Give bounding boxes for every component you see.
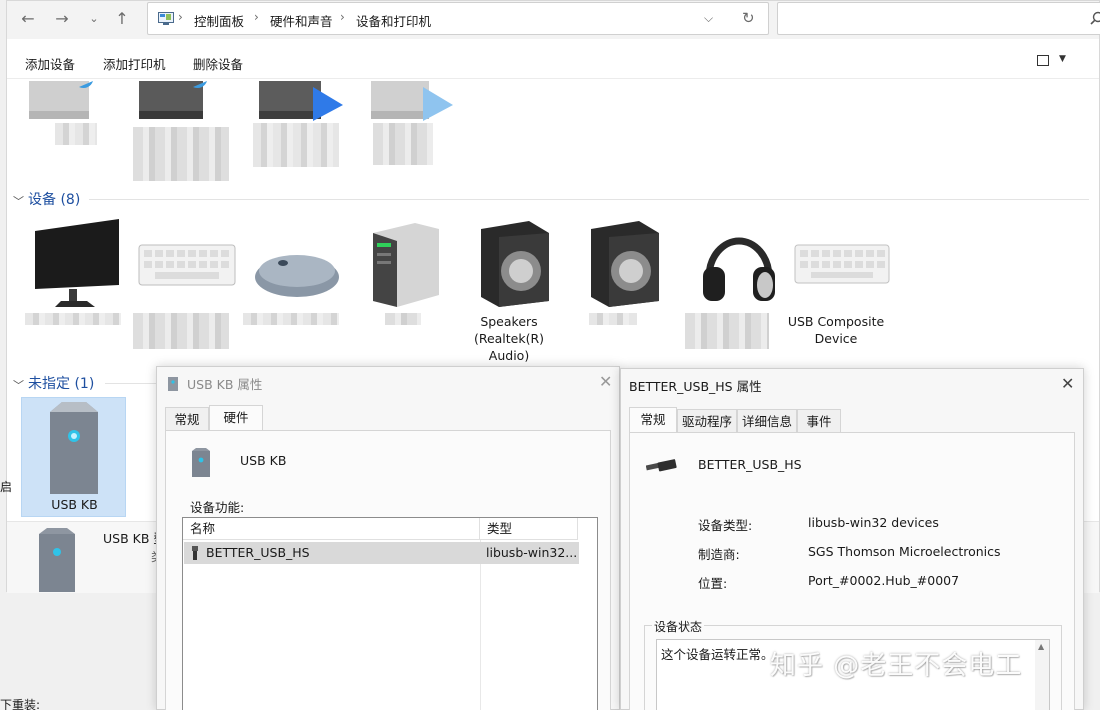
usb-device-box-icon (168, 377, 178, 391)
refresh-icon[interactable]: ↻ (742, 9, 755, 27)
address-history-dropdown[interactable]: ⌵ (704, 11, 713, 26)
device-status-group-label: 设备状态 (652, 618, 705, 635)
usb-plug-icon (192, 546, 198, 560)
tab-general[interactable]: 常规 (165, 407, 209, 431)
obscured-label (133, 313, 229, 349)
row-name-cell: BETTER_USB_HS (206, 545, 310, 560)
watermark: 知乎 @老王不会电工 (770, 651, 1023, 681)
obscured-label (55, 123, 97, 145)
forward-button[interactable]: → (51, 9, 73, 29)
obscured-label (373, 123, 433, 165)
monitor-icon (35, 219, 119, 307)
manufacturer-value: SGS Thomson Microelectronics (808, 544, 1001, 559)
recent-locations-button[interactable]: ⌄ (83, 9, 105, 29)
obscured-label (243, 313, 339, 325)
speaker-icon (591, 221, 659, 307)
device-functions-table[interactable]: 名称 类型 BETTER_USB_HS libusb-win32... (182, 517, 598, 710)
arrow-left-icon: ← (21, 9, 35, 28)
obscured-label (133, 127, 229, 181)
location-value: Port_#0002.Hub_#0007 (808, 573, 960, 588)
breadcrumb-devices-printers[interactable]: 设备和打印机 (356, 11, 431, 30)
collapse-chevron-icon[interactable]: ﹀ (13, 193, 24, 209)
obscured-label (589, 313, 637, 325)
printer-row-icons (29, 81, 453, 121)
obscured-label (25, 313, 121, 325)
address-bar[interactable]: › 控制面板 › 硬件和声音 › 设备和打印机 ⌵ ↻ (147, 2, 769, 35)
tab-hardware[interactable]: 硬件 (209, 405, 263, 431)
column-header-type[interactable]: 类型 (480, 518, 578, 540)
mouse-icon (255, 255, 339, 297)
obscured-label (253, 123, 339, 167)
scroll-up-icon[interactable]: ▲ (1038, 642, 1044, 651)
device-label-usb-composite[interactable]: USB Composite Device (781, 313, 891, 347)
breadcrumb-hardware-sound[interactable]: 硬件和声音 (270, 11, 333, 30)
tab-general[interactable]: 常规 (629, 407, 677, 433)
tab-details[interactable]: 详细信息 (737, 409, 797, 433)
unspecified-group-header[interactable]: 未指定 (1) (28, 373, 94, 393)
dialog-title: USB KB 属性 (187, 377, 263, 392)
location-label: 位置: (698, 576, 728, 591)
chevron-down-icon: ⌄ (89, 12, 99, 25)
device-tile-usb-kb[interactable]: USB KB (21, 397, 126, 517)
back-button[interactable]: ← (17, 9, 39, 29)
breadcrumb-separator: › (254, 10, 259, 24)
device-name: USB KB (240, 453, 287, 468)
collapse-chevron-icon[interactable]: ﹀ (13, 377, 24, 393)
obscured-label (685, 313, 769, 349)
device-label-speakers[interactable]: Speakers (Realtek(R) Audio) (454, 313, 564, 364)
add-printer-button[interactable]: 添加打印机 (103, 54, 166, 73)
device-type-value: libusb-win32 devices (808, 515, 939, 530)
column-divider (480, 540, 481, 710)
column-header-name[interactable]: 名称 (183, 518, 480, 540)
edge-fragment: 启 (0, 480, 13, 494)
breadcrumb-separator: › (340, 10, 345, 24)
device-name: BETTER_USB_HS (698, 457, 802, 472)
usb-device-box-icon (192, 448, 210, 477)
devices-group-header[interactable]: 设备 (8) (28, 189, 80, 209)
address-row: ← → ⌄ ↑ › 控制面板 › 硬件和声音 › 设备和打印机 ⌵ ↻ (7, 1, 1100, 39)
arrow-up-icon: ↑ (115, 9, 129, 28)
usb-kb-properties-dialog: USB KB 属性 ✕ 常规 硬件 USB KB 设备功能: 名称 类型 BET… (156, 366, 620, 710)
usb-device-box-icon (50, 402, 98, 494)
breadcrumb-separator: › (178, 10, 183, 24)
manufacturer-label: 制造商: (698, 547, 740, 562)
command-bar: 添加设备 添加打印机 删除设备 ▼ (7, 45, 1099, 79)
tab-driver[interactable]: 驱动程序 (677, 409, 737, 433)
device-row-icons (35, 219, 890, 307)
headphones-icon (703, 237, 775, 301)
up-button[interactable]: ↑ (111, 9, 133, 29)
obscured-label (385, 313, 421, 325)
device-status-text: 这个设备运转正常。 (661, 647, 774, 662)
group-divider (105, 383, 159, 384)
speaker-icon (481, 221, 549, 307)
arrow-right-icon: → (55, 9, 69, 28)
breadcrumb-control-panel[interactable]: 控制面板 (194, 11, 244, 30)
close-button[interactable]: ✕ (1061, 374, 1074, 393)
status-scrollbar[interactable]: ▲ (1035, 640, 1049, 710)
hardware-tab-panel: USB KB 设备功能: 名称 类型 BETTER_USB_HS libusb-… (165, 430, 611, 710)
usb-plug-icon (646, 459, 677, 472)
dialog-titlebar: USB KB 属性 ✕ (157, 367, 619, 397)
add-device-button[interactable]: 添加设备 (25, 54, 75, 73)
device-functions-label: 设备功能: (190, 500, 245, 515)
keyboard-icon (138, 244, 236, 286)
usb-device-box-icon (39, 528, 75, 592)
row-type-cell: libusb-win32... (486, 545, 578, 560)
keyboard-icon (794, 244, 890, 284)
search-icon (1090, 11, 1100, 25)
view-options-button[interactable] (1037, 55, 1049, 66)
computer-tower-icon (373, 223, 439, 307)
dialog-title: BETTER_USB_HS 属性 (629, 379, 762, 394)
search-input[interactable] (777, 2, 1100, 35)
tab-events[interactable]: 事件 (797, 409, 841, 433)
view-dropdown-icon[interactable]: ▼ (1059, 54, 1066, 64)
remove-device-button[interactable]: 删除设备 (193, 54, 243, 73)
device-type-label: 设备类型: (698, 518, 753, 533)
dialog-titlebar: BETTER_USB_HS 属性 ✕ (621, 369, 1083, 399)
group-divider (89, 199, 1089, 200)
close-button[interactable]: ✕ (599, 372, 612, 391)
device-label-usb-kb: USB KB (51, 497, 98, 512)
control-panel-icon (158, 12, 174, 25)
bottom-left-text: 下重装: (0, 698, 41, 710)
